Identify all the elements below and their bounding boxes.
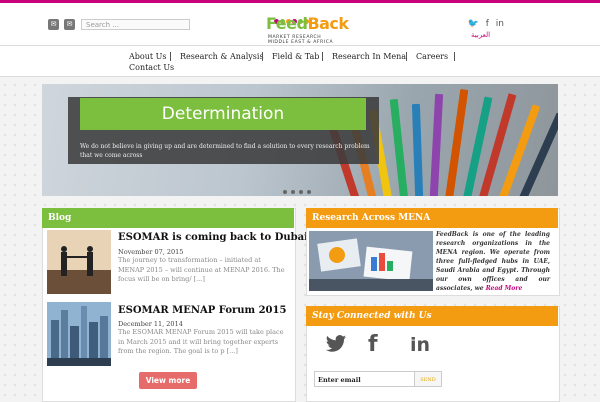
site-header: ✉ ✉ Search ... FeedBack MARKET RESEARCH M… — [0, 3, 600, 46]
twitter-icon[interactable] — [325, 334, 347, 354]
slider-pencil — [443, 89, 469, 196]
read-more-link[interactable]: Read More — [486, 285, 523, 292]
email-input[interactable]: Enter email — [314, 371, 415, 387]
nav-separator — [170, 52, 171, 61]
envelope-icon[interactable]: ✉ — [64, 19, 75, 30]
nav-contact-us[interactable]: Contact Us — [129, 63, 174, 72]
blog-post-excerpt: The ESOMAR MENAP Forum 2015 will take pl… — [118, 328, 284, 355]
view-more-button[interactable]: View more — [139, 372, 197, 389]
search-input[interactable]: Search ... — [81, 19, 190, 30]
blog-post-excerpt: The journey to transformation – initiate… — [118, 256, 285, 283]
blog-post-date: November 07, 2015 — [118, 248, 184, 256]
header-social: 🐦 f in — [464, 19, 504, 29]
blog-post-image[interactable] — [47, 230, 111, 294]
language-switch[interactable]: العربية — [471, 31, 490, 39]
mena-text: FeedBack is one of the leading research … — [436, 231, 550, 292]
nav-separator — [262, 52, 263, 61]
linkedin-icon[interactable]: in — [496, 19, 504, 29]
nav-research-in-mena[interactable]: Research In Mena — [332, 52, 406, 61]
stay-connected-heading: Stay Connected with Us — [306, 306, 558, 326]
nav-separator — [322, 52, 323, 61]
slider-dot[interactable] — [299, 190, 303, 194]
blog-post-image[interactable] — [47, 302, 111, 366]
facebook-icon[interactable]: f — [486, 19, 489, 29]
logo-brand: FeedBack — [266, 14, 349, 33]
nav-separator — [454, 52, 455, 61]
slider-dot[interactable] — [283, 190, 287, 194]
mena-heading: Research Across MENA — [306, 208, 558, 228]
slider-pencil — [428, 93, 444, 196]
logo-subtitle: MARKET RESEARCH MIDDLE EAST & AFRICA — [268, 35, 334, 45]
nav-about-us[interactable]: About Us — [129, 52, 166, 61]
slider-text: We do not believe in giving up and are d… — [80, 143, 370, 159]
main-nav: About Us Research & Analysis Field & Tab… — [0, 46, 600, 77]
nav-careers[interactable]: Careers — [416, 52, 448, 61]
mena-image — [309, 231, 433, 291]
blog-post-title[interactable]: ESOMAR MENAP Forum 2015 — [118, 305, 286, 316]
slider-dot[interactable] — [291, 190, 295, 194]
blog-heading: Blog — [42, 208, 294, 228]
slider-pagination — [283, 179, 315, 198]
slider-title: Determination — [80, 98, 366, 130]
linkedin-icon[interactable]: in — [410, 334, 430, 356]
slider-dot[interactable] — [307, 190, 311, 194]
blog-post-date: December 11, 2014 — [118, 320, 183, 328]
mail-icon[interactable]: ✉ — [48, 19, 59, 30]
nav-research-analysis[interactable]: Research & Analysis — [180, 52, 264, 61]
facebook-icon[interactable]: f — [368, 332, 378, 357]
logo[interactable]: FeedBack MARKET RESEARCH MIDDLE EAST & AF… — [266, 9, 349, 45]
send-button[interactable]: SEND — [414, 371, 442, 387]
slider-pencil — [411, 103, 425, 196]
slider-pencil — [389, 98, 411, 196]
nav-separator — [406, 52, 407, 61]
blog-post-title[interactable]: ESOMAR is coming back to Dubai — [118, 232, 308, 243]
nav-field-tab[interactable]: Field & Tab — [272, 52, 319, 61]
twitter-icon[interactable]: 🐦 — [468, 19, 479, 29]
